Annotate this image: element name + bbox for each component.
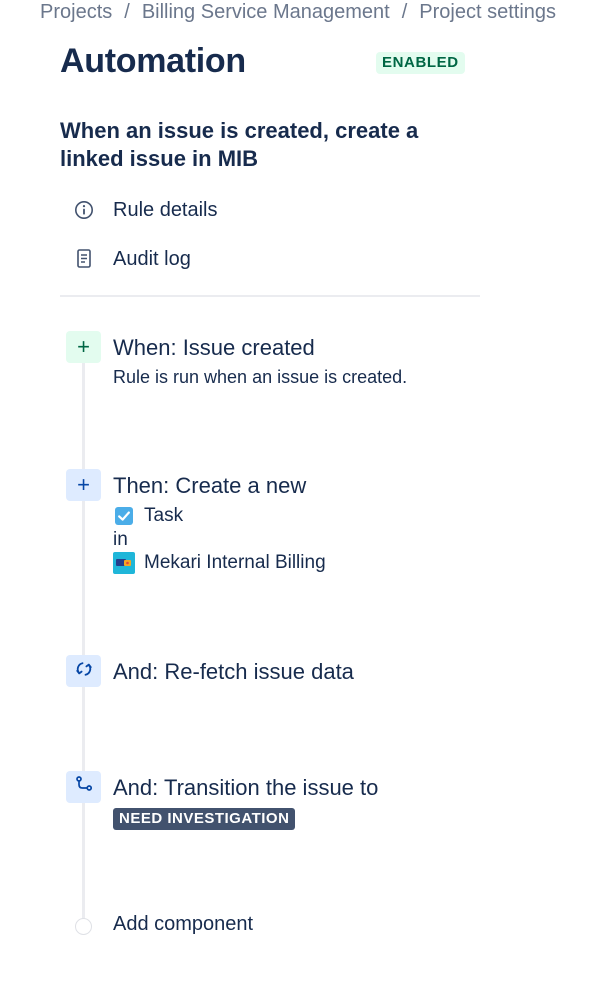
- transition-step-title[interactable]: And: Transition the issue to: [113, 775, 378, 801]
- section-divider: [60, 295, 480, 297]
- issue-type-label: Task: [144, 505, 184, 526]
- add-component-dot-icon: [75, 918, 92, 935]
- task-checkbox-icon: [113, 505, 135, 527]
- rule-details-label: Rule details: [113, 198, 218, 221]
- rule-details-link[interactable]: Rule details: [72, 197, 218, 223]
- breadcrumb-projects[interactable]: Projects: [40, 1, 112, 24]
- add-component-button[interactable]: Add component: [113, 913, 253, 936]
- audit-log-label: Audit log: [113, 247, 191, 270]
- breadcrumb-project-settings[interactable]: Project settings: [419, 1, 556, 24]
- create-step-connector: in: [113, 529, 128, 550]
- audit-log-link[interactable]: Audit log: [72, 246, 191, 272]
- refetch-step-title[interactable]: And: Re-fetch issue data: [113, 659, 354, 685]
- refresh-icon: [74, 659, 94, 684]
- breadcrumb-billing-service-management[interactable]: Billing Service Management: [142, 1, 390, 24]
- issue-type-row: Task: [113, 505, 183, 527]
- info-icon: [72, 198, 96, 222]
- breadcrumb: Projects / Billing Service Management / …: [40, 0, 556, 24]
- target-project-label: Mekari Internal Billing: [144, 552, 326, 573]
- target-project-row: Mekari Internal Billing: [113, 552, 326, 574]
- enabled-status-lozenge[interactable]: ENABLED: [376, 52, 465, 74]
- rule-timeline-line: [82, 350, 85, 925]
- plus-icon: +: [77, 334, 90, 359]
- breadcrumb-separator: /: [124, 0, 130, 23]
- refetch-step-icon[interactable]: [66, 655, 101, 687]
- breadcrumb-separator: /: [401, 0, 408, 23]
- transition-step-icon[interactable]: [66, 771, 101, 803]
- trigger-step-title[interactable]: When: Issue created: [113, 335, 315, 361]
- rule-name: When an issue is created, create a linke…: [60, 118, 419, 171]
- page-title: Automation: [60, 42, 246, 80]
- trigger-step-description: Rule is run when an issue is created.: [113, 367, 408, 387]
- project-avatar-icon: [113, 552, 135, 574]
- create-step-icon[interactable]: +: [66, 469, 101, 501]
- plus-icon: +: [77, 472, 90, 497]
- target-status-lozenge: NEED INVESTIGATION: [113, 808, 296, 830]
- document-icon: [72, 247, 96, 271]
- transition-icon: [74, 775, 94, 800]
- trigger-step-icon[interactable]: +: [66, 331, 101, 363]
- create-step-title[interactable]: Then: Create a new: [113, 473, 306, 499]
